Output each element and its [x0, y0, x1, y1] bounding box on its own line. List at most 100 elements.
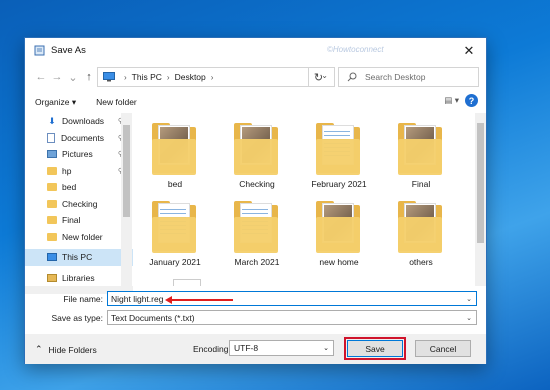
- encoding-label: Encoding:: [193, 344, 231, 354]
- folder-item[interactable]: January 2021: [135, 199, 215, 274]
- folder-icon: [396, 121, 446, 177]
- sidebar-item-label: New folder: [62, 231, 103, 242]
- encoding-value: UTF-8: [234, 343, 259, 353]
- sidebar-item-hp[interactable]: hp⚲: [25, 163, 133, 180]
- navigation-pane: ⬇Downloads⚲Documents⚲Pictures⚲hp⚲bedChec…: [25, 113, 133, 286]
- save-as-type-value: Text Documents (*.txt): [111, 312, 195, 323]
- folder-item[interactable]: bed: [135, 121, 215, 196]
- folder-icon: [396, 199, 446, 255]
- help-icon[interactable]: ?: [465, 94, 478, 107]
- breadcrumb-separator: ›: [210, 72, 214, 82]
- notepad-icon: [34, 45, 45, 56]
- file-list: bed Checking February 2021 Final January 202…: [135, 113, 475, 286]
- folder-icon: [314, 121, 364, 177]
- encoding-select[interactable]: UTF-8 ⌄: [229, 340, 334, 356]
- chevron-down-icon[interactable]: ⌄: [466, 295, 472, 303]
- sidebar-item-bed[interactable]: bed: [25, 179, 133, 196]
- scrollbar-thumb[interactable]: [123, 125, 130, 217]
- sidebar-item-new-folder[interactable]: New folder: [25, 229, 133, 246]
- hide-folders-button[interactable]: ⌃ Hide Folders: [35, 344, 97, 355]
- folder-item[interactable]: February 2021: [299, 121, 379, 196]
- folder-item[interactable]: Final: [381, 121, 461, 196]
- file-name-input[interactable]: Night light.reg ⌄: [107, 291, 477, 306]
- folder-name: bed: [167, 179, 183, 189]
- sidebar-item-final[interactable]: Final: [25, 212, 133, 229]
- sidebar-item-documents[interactable]: Documents⚲: [25, 130, 133, 147]
- document-icon[interactable]: [173, 279, 201, 286]
- folder-icon: [47, 216, 57, 225]
- close-button[interactable]: ✕: [452, 38, 486, 63]
- command-bar: Organize ▾ New folder ▤ ▾ ?: [25, 91, 486, 113]
- save-button[interactable]: Save: [347, 340, 403, 357]
- sidebar-item-label: Downloads: [62, 116, 105, 127]
- refresh-icon: ↻: [313, 71, 324, 84]
- pc-icon: [47, 253, 57, 262]
- folder-icon: [232, 199, 282, 255]
- back-button[interactable]: ←: [33, 71, 49, 83]
- pc-icon: [103, 72, 115, 82]
- file-name-label: File name:: [63, 293, 103, 304]
- sidebar-item-label: Pictures: [62, 149, 93, 160]
- save-as-type-select[interactable]: Text Documents (*.txt) ⌄: [107, 310, 477, 325]
- folder-icon: [47, 166, 57, 175]
- folder-item[interactable]: Checking: [217, 121, 297, 196]
- breadcrumb-separator: ›: [166, 72, 170, 82]
- organize-button[interactable]: Organize ▾: [25, 97, 86, 108]
- folder-name: Final: [411, 179, 431, 189]
- sidebar-item-downloads[interactable]: ⬇Downloads⚲: [25, 113, 133, 130]
- sidebar-item-libraries[interactable]: Libraries: [25, 270, 133, 287]
- sidebar-item-label: Libraries: [62, 272, 95, 283]
- sidebar-item-label: Checking: [62, 198, 98, 209]
- cancel-button[interactable]: Cancel: [415, 340, 471, 357]
- search-input[interactable]: Search Desktop: [338, 67, 479, 87]
- sidebar-item-this-pc[interactable]: This PC: [25, 249, 133, 266]
- address-bar[interactable]: › This PC › Desktop › ⌄: [97, 67, 335, 87]
- download-icon: ⬇: [48, 115, 56, 126]
- file-name-row: File name: Night light.reg ⌄: [25, 291, 477, 306]
- close-icon: ✕: [463, 42, 475, 58]
- save-as-type-row: Save as type: Text Documents (*.txt) ⌄: [25, 310, 477, 325]
- refresh-button[interactable]: ↻: [308, 67, 328, 87]
- breadcrumb-separator: ›: [124, 72, 127, 82]
- folder-icon: [232, 121, 282, 177]
- pictures-icon: [47, 150, 57, 159]
- folder-name: others: [409, 257, 433, 267]
- up-button[interactable]: ↑: [81, 71, 97, 83]
- chevron-down-icon: ⌄: [323, 345, 329, 352]
- folder-name: January 2021: [149, 257, 201, 267]
- search-placeholder: Search Desktop: [365, 72, 426, 82]
- recent-locations-button[interactable]: ⌄: [65, 71, 81, 84]
- new-folder-button[interactable]: New folder: [86, 97, 147, 107]
- folder-item[interactable]: new home: [299, 199, 379, 274]
- chevron-down-icon[interactable]: ⌄: [466, 314, 472, 322]
- folder-icon: [47, 183, 57, 192]
- folder-name: March 2021: [234, 257, 280, 267]
- folder-name: Checking: [239, 179, 275, 189]
- navigation-pane-scrollbar[interactable]: [121, 113, 132, 286]
- title-bar: Save As ©Howtoconnect ✕: [25, 38, 486, 63]
- footer-bar: ⌃ Hide Folders Encoding: UTF-8 ⌄ Save Ca…: [25, 334, 486, 364]
- documents-icon: [47, 132, 55, 143]
- folder-name: February 2021: [311, 179, 367, 189]
- sidebar-item-label: Documents: [61, 132, 104, 143]
- folder-icon: [150, 199, 200, 255]
- sidebar-item-checking[interactable]: Checking: [25, 196, 133, 213]
- scrollbar-thumb[interactable]: [477, 123, 484, 243]
- search-icon: [347, 72, 357, 82]
- sidebar-item-label: Final: [62, 215, 81, 226]
- breadcrumb-desktop[interactable]: Desktop: [175, 72, 206, 82]
- save-as-dialog: Save As ©Howtoconnect ✕ ← → ⌄ ↑ › This P…: [24, 37, 487, 364]
- sidebar-item-label: hp: [62, 165, 72, 176]
- navigation-bar: ← → ⌄ ↑ › This PC › Desktop › ⌄ ↻ Search…: [25, 63, 486, 91]
- forward-button[interactable]: →: [49, 71, 65, 83]
- breadcrumb-this-pc[interactable]: This PC: [132, 72, 162, 82]
- folder-item[interactable]: March 2021: [217, 199, 297, 274]
- sidebar-item-pictures[interactable]: Pictures⚲: [25, 146, 133, 163]
- folder-icon: [47, 199, 57, 208]
- folder-icon: [47, 232, 57, 241]
- file-list-scrollbar[interactable]: [475, 113, 486, 286]
- folder-name: new home: [319, 257, 359, 267]
- folder-item[interactable]: others: [381, 199, 461, 274]
- folder-icon: [150, 121, 200, 177]
- view-options-button[interactable]: ▤ ▾: [444, 95, 459, 106]
